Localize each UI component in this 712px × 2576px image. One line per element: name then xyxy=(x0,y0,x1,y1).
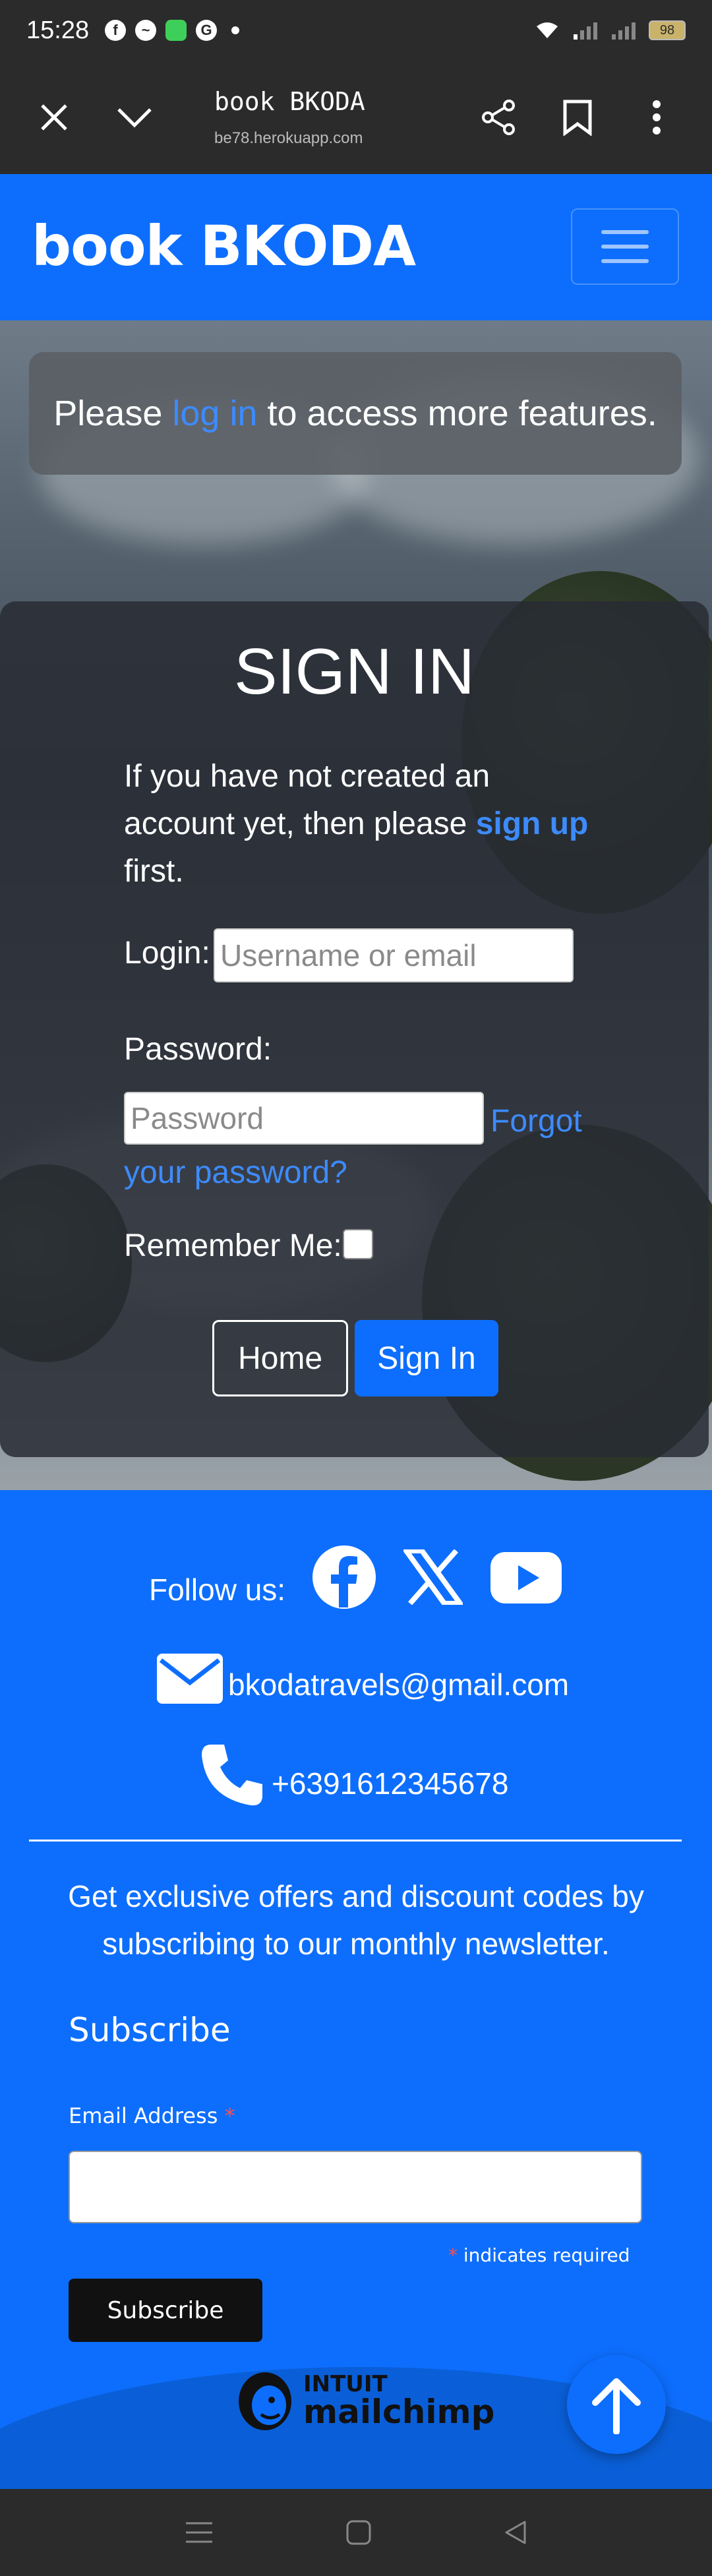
login-link[interactable]: log in xyxy=(172,393,257,434)
share-icon[interactable] xyxy=(475,94,522,141)
status-time: 15:28 xyxy=(26,16,90,44)
arrow-up-icon xyxy=(592,2378,641,2434)
menu-icon xyxy=(601,230,649,234)
battery-icon: 98 xyxy=(649,20,686,40)
login-label: Login: xyxy=(124,936,210,971)
footer-divider xyxy=(29,1840,682,1842)
signup-link[interactable]: sign up xyxy=(476,806,589,841)
brand-logo[interactable]: book BKODA xyxy=(32,214,416,278)
youtube-icon[interactable] xyxy=(490,1552,562,1603)
messenger-notification-icon: ~ xyxy=(135,20,157,41)
signin-heading: SIGN IN xyxy=(234,635,475,707)
facebook-notification-icon: f xyxy=(105,20,127,41)
mailchimp-logo[interactable]: INTUIT mailchimp xyxy=(235,2368,494,2433)
mailchimp-freddie-icon xyxy=(239,2372,291,2430)
navbar-toggler-button[interactable] xyxy=(571,208,679,285)
required-note: * indicates required xyxy=(448,2244,630,2266)
mailchimp-intuit-text: INTUIT xyxy=(303,2371,388,2397)
facebook-icon[interactable] xyxy=(311,1544,377,1610)
close-icon[interactable] xyxy=(30,94,78,141)
contact-email[interactable]: bkodatravels@gmail.com xyxy=(228,1667,569,1702)
mailchimp-text: mailchimp xyxy=(303,2393,495,2431)
subscribe-heading: Subscribe xyxy=(69,2011,231,2049)
scroll-to-top-button[interactable] xyxy=(567,2355,666,2454)
signal-icon xyxy=(574,22,597,40)
site-navbar: book BKODA xyxy=(0,174,712,320)
login-alert: Please log in to access more features. xyxy=(29,352,682,475)
newsletter-email-input[interactable] xyxy=(69,2151,642,2223)
chevron-down-icon[interactable] xyxy=(111,94,158,141)
x-icon[interactable] xyxy=(403,1549,463,1605)
login-input[interactable] xyxy=(214,928,574,982)
site-footer: Follow us: bkodatravels@gmail.com +63916… xyxy=(0,1490,712,2489)
browser-url: be78.herokuapp.com xyxy=(214,129,363,147)
system-navigation-bar xyxy=(0,2489,712,2576)
bookmark-icon[interactable] xyxy=(554,94,601,141)
wifi-icon xyxy=(537,22,558,38)
email-address-label: Email Address * xyxy=(69,2103,235,2128)
newsletter-text: Get exclusive offers and discount codes … xyxy=(68,1879,644,1961)
remember-me-checkbox[interactable] xyxy=(343,1229,373,1259)
recent-apps-icon[interactable] xyxy=(185,2521,214,2544)
status-bar: 15:28 f ~ G 98 xyxy=(0,0,712,61)
browser-toolbar: book BKODA be78.herokuapp.com xyxy=(0,61,712,174)
browser-page-title: book BKODA xyxy=(214,87,365,116)
signin-intro: If you have not created an account yet, … xyxy=(124,759,589,889)
signal-2-icon xyxy=(612,22,636,40)
back-icon[interactable] xyxy=(504,2519,527,2546)
envelope-icon xyxy=(157,1654,223,1704)
google-notification-icon: G xyxy=(196,20,218,41)
follow-us-label: Follow us: xyxy=(149,1573,286,1607)
phone-icon xyxy=(202,1745,262,1806)
more-icon[interactable] xyxy=(633,94,680,141)
home-button[interactable]: Home xyxy=(212,1320,348,1396)
contact-phone[interactable]: +6391612345678 xyxy=(272,1766,508,1801)
messages-notification-icon xyxy=(165,20,187,41)
more-notifications-icon xyxy=(231,26,240,34)
subscribe-button[interactable]: Subscribe xyxy=(69,2279,262,2342)
password-label: Password: xyxy=(124,1032,272,1067)
notification-icons: f ~ G xyxy=(105,20,240,41)
signin-card: SIGN IN If you have not created an accou… xyxy=(0,601,709,1457)
system-icons: 98 xyxy=(534,20,686,41)
forgot-password-link[interactable]: Forgot your password? xyxy=(124,1096,625,1199)
home-icon[interactable] xyxy=(345,2519,372,2546)
signin-button[interactable]: Sign In xyxy=(355,1320,498,1396)
remember-me-label: Remember Me: xyxy=(124,1228,342,1263)
